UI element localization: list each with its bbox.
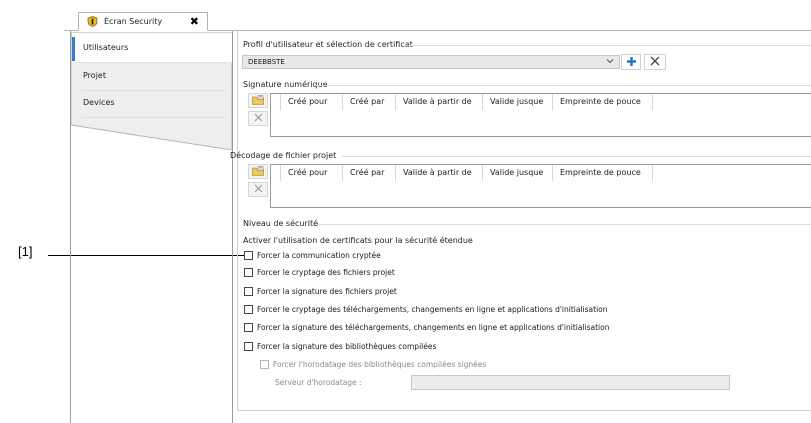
import-decoding-certificate-button[interactable]	[248, 164, 268, 179]
force-compiled-library-signature-checkbox[interactable]: Forcer la signature des bibliothèques co…	[244, 342, 436, 351]
force-project-file-encryption-checkbox[interactable]: Forcer le cryptage des fichiers projet	[244, 268, 395, 277]
checkbox-label: Forcer l'horodatage des bibliothèques co…	[273, 360, 487, 369]
column-header[interactable]: Empreinte de pouce	[553, 165, 653, 181]
document-tab-bar: Écran Security ✖	[64, 12, 811, 31]
force-project-file-signature-checkbox[interactable]: Forcer la signature des fichiers projet	[244, 287, 397, 296]
user-profile-select[interactable]: DEEBBSTE	[242, 55, 620, 69]
tab-title: Écran Security	[104, 17, 163, 26]
timestamp-server-input[interactable]	[411, 375, 730, 390]
sidebar-divider	[81, 62, 226, 63]
checkbox-box[interactable]	[244, 323, 253, 332]
folder-certificate-icon	[252, 165, 264, 178]
checkbox-label: Forcer la communication cryptée	[257, 251, 381, 260]
chevron-down-icon	[606, 57, 614, 68]
sidebar-item-devices[interactable]: Devices	[83, 98, 115, 107]
plus-icon	[626, 56, 637, 69]
force-encrypted-communication-checkbox[interactable]: Forcer la communication cryptée	[244, 251, 381, 260]
checkbox-box[interactable]	[244, 268, 253, 277]
column-header[interactable]: Créé par	[343, 94, 396, 110]
decoding-group-title: Décodage de fichier projet	[230, 151, 337, 160]
checkbox-box[interactable]	[244, 251, 253, 260]
column-header[interactable]: Valide à partir de	[396, 165, 483, 181]
remove-user-button[interactable]	[644, 54, 666, 70]
group-divider	[404, 45, 811, 46]
group-divider	[315, 85, 811, 86]
sidebar-divider	[81, 90, 226, 91]
column-header[interactable]: Valide jusque	[483, 94, 553, 110]
row-header-cell	[271, 94, 281, 110]
checkbox-label: Forcer la signature des téléchargements,…	[257, 323, 610, 332]
security-level-group-title: Niveau de sécurité	[243, 219, 319, 228]
column-header[interactable]: Créé pour	[281, 94, 343, 110]
sidebar-nav: Utilisateurs Projet Devices	[71, 32, 232, 150]
checkbox-label: Forcer la signature des bibliothèques co…	[257, 342, 437, 351]
sidebar-item-project[interactable]: Projet	[83, 71, 106, 80]
column-header[interactable]: Empreinte de pouce	[553, 94, 653, 110]
close-x-icon	[650, 56, 660, 68]
checkbox-box[interactable]	[260, 360, 269, 369]
selected-user-value: DEEBBSTE	[248, 58, 285, 66]
checkbox-label: Forcer la signature des fichiers projet	[257, 287, 397, 296]
checkbox-box[interactable]	[244, 287, 253, 296]
checkbox-label: Forcer le cryptage des fichiers projet	[257, 268, 395, 277]
group-divider	[342, 156, 811, 157]
row-header-cell	[271, 165, 281, 181]
group-divider	[316, 224, 811, 225]
table-header: Créé pour Créé par Valide à partir de Va…	[271, 94, 653, 110]
checkbox-box[interactable]	[244, 342, 253, 351]
column-header[interactable]: Créé par	[343, 165, 396, 181]
shield-icon	[87, 16, 98, 27]
callout-label: [1]	[18, 244, 33, 259]
close-x-icon	[254, 113, 263, 124]
column-header[interactable]: Valide jusque	[483, 165, 553, 181]
force-download-encryption-checkbox[interactable]: Forcer le cryptage des téléchargements, …	[244, 305, 608, 314]
force-download-signature-checkbox[interactable]: Forcer la signature des téléchargements,…	[244, 323, 610, 332]
remove-decoding-certificate-button[interactable]	[248, 182, 268, 197]
close-x-icon	[254, 184, 263, 195]
sidebar-divider	[81, 117, 226, 118]
force-timestamp-checkbox[interactable]: Forcer l'horodatage des bibliothèques co…	[260, 360, 486, 369]
signature-certificate-table[interactable]: Créé pour Créé par Valide à partir de Va…	[270, 93, 811, 137]
table-header: Créé pour Créé par Valide à partir de Va…	[271, 165, 653, 181]
tab-security-screen[interactable]: Écran Security ✖	[78, 12, 208, 31]
selection-indicator	[72, 37, 75, 61]
sidebar-item-users[interactable]: Utilisateurs	[83, 43, 128, 52]
add-user-button[interactable]	[621, 54, 641, 70]
checkbox-box[interactable]	[244, 305, 253, 314]
close-icon[interactable]: ✖	[190, 16, 199, 27]
checkbox-label: Forcer le cryptage des téléchargements, …	[257, 305, 608, 314]
column-header[interactable]: Valide à partir de	[396, 94, 483, 110]
decoding-certificate-table[interactable]: Créé pour Créé par Valide à partir de Va…	[270, 164, 811, 208]
decoding-toolbar	[248, 164, 270, 200]
import-signature-certificate-button[interactable]	[248, 93, 268, 108]
signature-toolbar	[248, 93, 270, 129]
remove-signature-certificate-button[interactable]	[248, 111, 268, 126]
folder-certificate-icon	[252, 94, 264, 107]
timestamp-server-label: Serveur d'horodatage :	[275, 378, 362, 387]
security-intro-text: Activer l'utilisation de certificats pou…	[243, 236, 473, 245]
column-header[interactable]: Créé pour	[281, 165, 343, 181]
profile-group-title: Profil d'utilisateur et sélection de cer…	[243, 40, 413, 49]
